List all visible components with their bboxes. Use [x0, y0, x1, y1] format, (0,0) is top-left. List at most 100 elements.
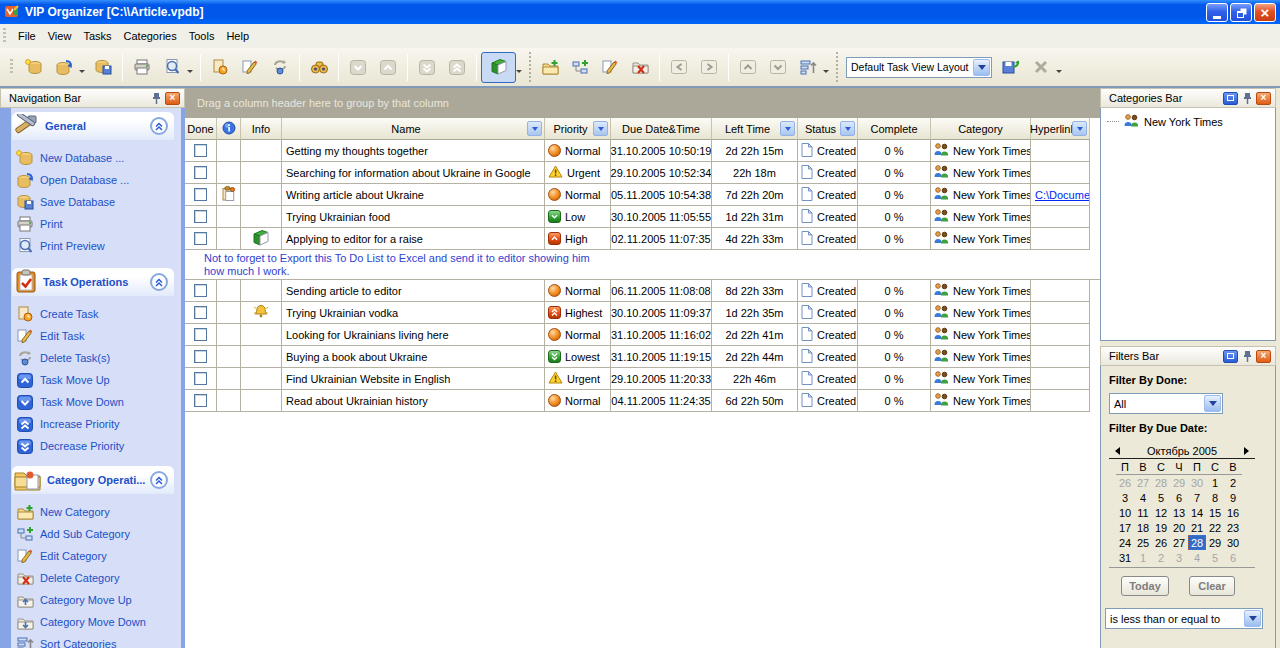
task-row[interactable]: Find Ukrainian Website in EnglishUrgent2… [185, 368, 1100, 390]
task-row[interactable]: Trying Ukrainian vodkaHighest30.10.2005 … [185, 302, 1100, 324]
calendar-day-3[interactable]: 3 [1116, 490, 1134, 505]
sort-categories-button[interactable] [793, 53, 823, 82]
calendar-day-15[interactable]: 15 [1206, 505, 1224, 520]
nav-item-new-category[interactable]: New Category [16, 501, 174, 523]
task-name-cell[interactable]: Read about Ukrainian history [282, 390, 545, 412]
save-layout-button[interactable] [996, 53, 1026, 82]
task-name-cell[interactable]: Looking for Ukrainians living here [282, 324, 545, 346]
categories-float-icon[interactable] [1223, 92, 1238, 105]
filter-done-dropdown-icon[interactable] [1204, 395, 1221, 412]
menu-item-view[interactable]: View [42, 24, 78, 48]
calendar-day-27[interactable]: 27 [1134, 475, 1152, 490]
collapse-chevron-icon[interactable] [150, 471, 168, 489]
task-row[interactable]: Read about Ukrainian historyNormal04.11.… [185, 390, 1100, 412]
dropdown-caret-icon[interactable] [516, 70, 522, 76]
calendar-day-30[interactable]: 30 [1188, 475, 1206, 490]
calendar-day-14[interactable]: 14 [1188, 505, 1206, 520]
category-move-right-button[interactable] [694, 53, 724, 82]
nav-item-edit-task[interactable]: Edit Task [16, 325, 174, 347]
task-row[interactable]: Searching for information about Ukraine … [185, 162, 1100, 184]
category-move-up-button[interactable] [733, 53, 763, 82]
task-name-cell[interactable]: Find Ukrainian Website in English [282, 368, 545, 390]
new-database-button[interactable] [19, 53, 49, 82]
close-button[interactable]: × [1254, 3, 1276, 22]
collapse-chevron-icon[interactable] [150, 117, 168, 135]
category-tree-item[interactable]: New York Times [1107, 114, 1275, 129]
calendar-day-29[interactable]: 29 [1206, 535, 1224, 550]
dropdown-caret-icon[interactable] [1056, 70, 1062, 76]
filters-float-icon[interactable] [1223, 350, 1238, 363]
filters-close-icon[interactable]: × [1256, 350, 1271, 363]
find-task-button[interactable] [304, 53, 334, 82]
filters-pin-icon[interactable] [1241, 350, 1253, 363]
done-checkbox[interactable] [194, 328, 207, 341]
column-header-hyperlink[interactable]: Hyperlink [1031, 118, 1090, 140]
task-name-cell[interactable]: Sending article to editor [282, 280, 545, 302]
column-header-name[interactable]: Name [282, 118, 545, 140]
notes-view-button[interactable] [481, 52, 516, 83]
calendar-day-11[interactable]: 11 [1134, 505, 1152, 520]
calendar-day-1[interactable]: 1 [1206, 475, 1224, 490]
calendar-day-16[interactable]: 16 [1224, 505, 1242, 520]
calendar-day-26[interactable]: 26 [1116, 475, 1134, 490]
calendar-day-29[interactable]: 29 [1170, 475, 1188, 490]
done-checkbox[interactable] [194, 284, 207, 297]
menu-item-categories[interactable]: Categories [118, 24, 183, 48]
category-move-left-button[interactable] [664, 53, 694, 82]
column-filter-dropdown-icon[interactable] [593, 121, 608, 136]
task-name-cell[interactable]: Getting my thoughts together [282, 140, 545, 162]
open-database-button[interactable] [49, 53, 79, 82]
clear-button[interactable]: Clear [1189, 576, 1235, 596]
today-button[interactable]: Today [1121, 576, 1169, 596]
nav-item-task-move-down[interactable]: Task Move Down [16, 391, 174, 413]
column-filter-dropdown-icon[interactable] [780, 121, 795, 136]
calendar-day-24[interactable]: 24 [1116, 535, 1134, 550]
task-name-cell[interactable]: Applying to editor for a raise [282, 228, 545, 250]
calendar-day-3[interactable]: 3 [1170, 550, 1188, 565]
column-header-priority[interactable]: Priority [545, 118, 611, 140]
nav-item-print-preview[interactable]: Print Preview [16, 235, 174, 257]
nav-item-decrease-priority[interactable]: Decrease Priority [16, 435, 174, 457]
calendar-day-5[interactable]: 5 [1206, 550, 1224, 565]
nav-item-category-move-up[interactable]: Category Move Up [16, 589, 174, 611]
filter-done-select[interactable]: All [1109, 393, 1223, 414]
menu-item-tools[interactable]: Tools [183, 24, 221, 48]
task-name-cell[interactable]: Trying Ukrainian vodka [282, 302, 545, 324]
done-checkbox[interactable] [194, 210, 207, 223]
add-sub-category-button[interactable] [565, 53, 595, 82]
nav-group-header-task-operations[interactable]: Task Operations [12, 268, 174, 296]
calendar-day-4[interactable]: 4 [1188, 550, 1206, 565]
collapse-chevron-icon[interactable] [150, 273, 168, 291]
task-name-cell[interactable]: Trying Ukrainian food [282, 206, 545, 228]
calendar-day-30[interactable]: 30 [1224, 535, 1242, 550]
nav-item-new-database[interactable]: New Database ... [16, 147, 174, 169]
navigation-close-icon[interactable]: × [165, 92, 180, 105]
column-filter-dropdown-icon[interactable] [527, 121, 542, 136]
create-task-button[interactable] [205, 53, 235, 82]
column-header-info[interactable]: Info [241, 118, 282, 140]
maximize-button[interactable] [1230, 3, 1252, 22]
nav-group-header-general[interactable]: General [12, 112, 174, 140]
nav-group-header-category-operati[interactable]: Category Operati... [12, 466, 174, 494]
delete-category-button[interactable] [625, 53, 655, 82]
calendar-day-25[interactable]: 25 [1134, 535, 1152, 550]
column-header-category[interactable]: Category [931, 118, 1031, 140]
save-database-button[interactable] [88, 53, 118, 82]
column-header-status[interactable]: Status [798, 118, 858, 140]
column-filter-dropdown-icon[interactable] [840, 121, 855, 136]
calendar-day-21[interactable]: 21 [1188, 520, 1206, 535]
task-name-cell[interactable]: Searching for information about Ukraine … [282, 162, 545, 184]
task-row[interactable]: Getting my thoughts togetherNormal31.10.… [185, 140, 1100, 162]
layout-combo-dropdown-icon[interactable] [973, 59, 990, 76]
column-header-done[interactable]: Done [185, 118, 217, 140]
calendar-day-26[interactable]: 26 [1152, 535, 1170, 550]
nav-item-category-move-down[interactable]: Category Move Down [16, 611, 174, 633]
calendar-day-8[interactable]: 8 [1206, 490, 1224, 505]
delete-task-button[interactable] [265, 53, 295, 82]
column-header-complete[interactable]: Complete [858, 118, 931, 140]
dropdown-caret-icon[interactable] [79, 70, 85, 76]
calendar-prev-icon[interactable] [1111, 447, 1120, 455]
edit-category-button[interactable] [595, 53, 625, 82]
done-checkbox[interactable] [194, 232, 207, 245]
nav-item-edit-category[interactable]: Edit Category [16, 545, 174, 567]
